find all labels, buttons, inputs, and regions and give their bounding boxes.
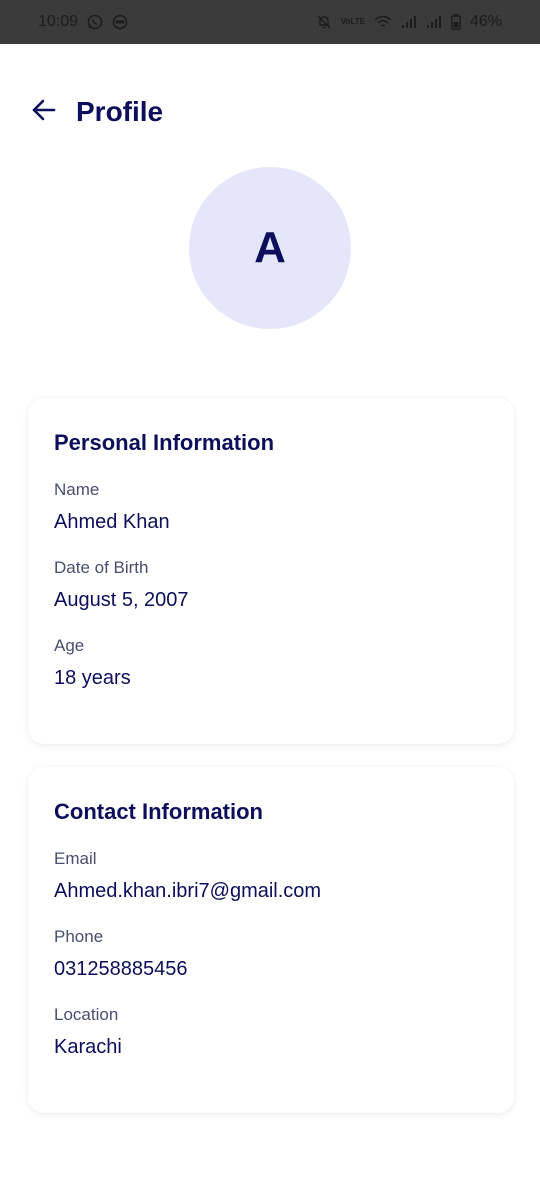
status-time: 10:09 xyxy=(38,13,79,30)
field-value: August 5, 2007 xyxy=(54,589,189,611)
back-button[interactable] xyxy=(30,98,58,126)
avatar: A xyxy=(189,167,351,329)
field-label: Location xyxy=(54,1005,119,1024)
field-phone: Phone 031258885456 xyxy=(54,923,488,987)
contact-information-card: Contact Information Email Ahmed.khan.ibr… xyxy=(28,767,514,1113)
field-value: Ahmed Khan xyxy=(54,511,170,533)
field-date-of-birth: Date of Birth August 5, 2007 xyxy=(54,554,488,618)
wifi-icon xyxy=(374,14,392,30)
mute-icon xyxy=(316,14,332,30)
field-label: Date of Birth xyxy=(54,558,149,577)
page-title: Profile xyxy=(76,96,164,127)
avatar-initial: A xyxy=(254,223,286,272)
field-value: Karachi xyxy=(54,1036,122,1058)
whatsapp-icon xyxy=(87,14,103,30)
field-age: Age 18 years xyxy=(54,632,488,696)
field-value: 031258885456 xyxy=(54,958,188,980)
card-title: Personal Information xyxy=(54,430,275,455)
status-left: 10:09 xyxy=(38,13,128,31)
field-label: Name xyxy=(54,480,100,499)
personal-information-card: Personal Information Name Ahmed Khan Dat… xyxy=(28,398,514,744)
field-location: Location Karachi xyxy=(54,1001,488,1065)
field-label: Phone xyxy=(54,927,104,946)
field-label: Email xyxy=(54,849,97,868)
field-name: Name Ahmed Khan xyxy=(54,476,488,540)
status-right: VoLTE 46% xyxy=(316,13,502,31)
field-label: Age xyxy=(54,636,85,655)
signal-icon xyxy=(426,15,442,29)
card-title: Contact Information xyxy=(54,799,263,824)
app-header: Profile xyxy=(0,82,540,142)
volte-icon: VoLTE xyxy=(340,17,365,26)
signal-icon xyxy=(401,15,417,29)
field-value: 18 years xyxy=(54,667,131,689)
status-bar: 10:09 VoLTE 46% xyxy=(0,0,540,44)
battery-icon xyxy=(451,14,461,30)
field-email: Email Ahmed.khan.ibri7@gmail.com xyxy=(54,845,488,909)
battery-percent: 46% xyxy=(469,13,502,30)
arrow-left-icon xyxy=(31,97,57,128)
vpn-icon xyxy=(112,14,128,30)
field-value: Ahmed.khan.ibri7@gmail.com xyxy=(54,880,322,902)
